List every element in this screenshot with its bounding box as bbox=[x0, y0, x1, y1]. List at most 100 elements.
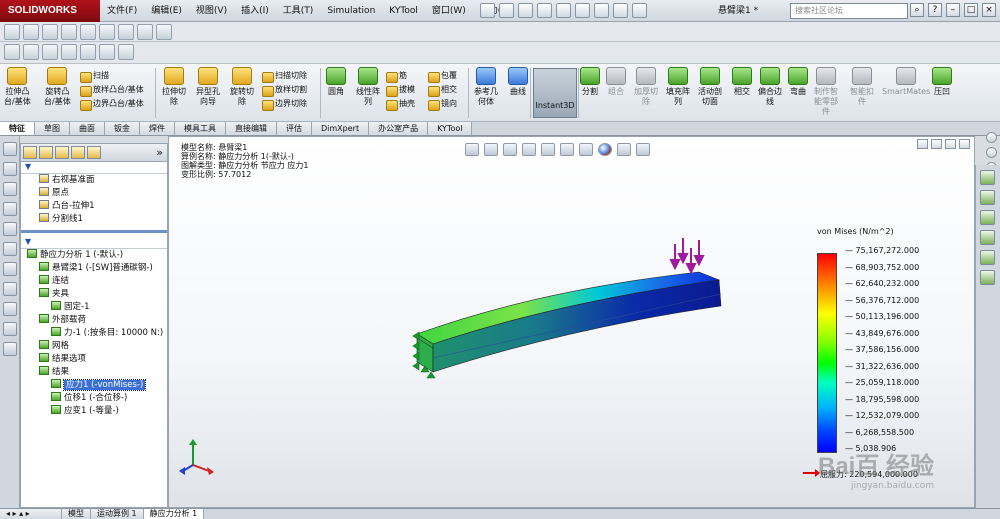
left-strip-tool-icon-4[interactable] bbox=[3, 222, 17, 236]
study-tree-node-6[interactable]: 力-1 (:按条目: 10000 N:) bbox=[21, 327, 167, 340]
open-icon[interactable] bbox=[499, 3, 514, 18]
ribbon-small-button-9[interactable]: 包覆 bbox=[428, 70, 457, 83]
print-icon[interactable] bbox=[537, 3, 552, 18]
simulation-toolbar-button-icon-1[interactable] bbox=[23, 24, 39, 40]
apply-scene-icon[interactable] bbox=[617, 143, 631, 156]
left-strip-tool-icon-7[interactable] bbox=[3, 282, 17, 296]
left-strip-tool-icon-9[interactable] bbox=[3, 322, 17, 336]
graphics-area[interactable]: 模型名称: 悬臂梁1 算例名称: 静应力分析 1(-默认-) 图解类型: 静应力… bbox=[168, 136, 975, 508]
ribbon-small-button-0[interactable]: 扫描 bbox=[80, 70, 109, 83]
secondary-toolbar-button-icon-2[interactable] bbox=[42, 44, 58, 60]
task-pane-icon-0[interactable] bbox=[980, 170, 995, 185]
right-tool-icon-1[interactable] bbox=[986, 147, 997, 158]
simulation-toolbar-button-icon-7[interactable] bbox=[137, 24, 153, 40]
display-style-icon[interactable] bbox=[560, 143, 574, 156]
viewport-close-icon[interactable] bbox=[959, 139, 970, 149]
ribbon-button-15[interactable]: 偏合边 线 bbox=[758, 67, 782, 107]
new-document-icon[interactable] bbox=[480, 3, 495, 18]
search-icon[interactable]: ⌕ bbox=[910, 3, 924, 17]
left-strip-tool-icon-2[interactable] bbox=[3, 182, 17, 196]
search-input[interactable]: 搜索社区论坛 bbox=[790, 3, 908, 19]
right-tool-icon-0[interactable] bbox=[986, 132, 997, 143]
study-tree-filter-icon[interactable]: ▼ bbox=[21, 237, 167, 249]
task-pane-icon-5[interactable] bbox=[980, 270, 995, 285]
tree-divider[interactable] bbox=[21, 230, 167, 233]
menu-item-6[interactable]: KYTool bbox=[382, 0, 425, 22]
menu-item-3[interactable]: 插入(I) bbox=[234, 0, 276, 22]
tab-7[interactable]: 评估 bbox=[277, 122, 312, 135]
simulation-toolbar-button-icon-4[interactable] bbox=[80, 24, 96, 40]
instant3d-button[interactable]: Instant3D bbox=[533, 68, 577, 118]
study-tree-node-0[interactable]: 静应力分析 1 (-默认-) bbox=[21, 249, 167, 262]
tab-1[interactable]: 草图 bbox=[35, 122, 70, 135]
task-pane-icon-1[interactable] bbox=[980, 190, 995, 205]
secondary-toolbar-button-icon-4[interactable] bbox=[80, 44, 96, 60]
tab-10[interactable]: KYTool bbox=[428, 122, 473, 135]
feature-tree-node-0[interactable]: 右视基准面 bbox=[21, 174, 167, 187]
study-tree-node-5[interactable]: 外部载荷 bbox=[21, 314, 167, 327]
cantilever-beam-model[interactable] bbox=[399, 232, 729, 392]
display-manager-tab-icon[interactable] bbox=[87, 146, 101, 159]
left-strip-tool-icon-0[interactable] bbox=[3, 142, 17, 156]
tab-3[interactable]: 钣金 bbox=[105, 122, 140, 135]
menu-item-4[interactable]: 工具(T) bbox=[276, 0, 321, 22]
left-strip-tool-icon-5[interactable] bbox=[3, 242, 17, 256]
study-tree-node-9[interactable]: 结果 bbox=[21, 366, 167, 379]
ribbon-small-button-3[interactable]: 扫描切除 bbox=[262, 70, 307, 83]
feature-tree-tab-icon[interactable] bbox=[23, 146, 37, 159]
simulation-toolbar-button-icon-5[interactable] bbox=[99, 24, 115, 40]
left-strip-tool-icon-1[interactable] bbox=[3, 162, 17, 176]
panel-expand-icon[interactable]: » bbox=[156, 146, 163, 159]
ribbon-button-11[interactable]: 加厚切 除 bbox=[634, 67, 658, 107]
feature-tree-filter-icon[interactable]: ▼ bbox=[21, 162, 167, 174]
ribbon-button-16[interactable]: 弯曲 bbox=[788, 67, 808, 97]
feature-tree-node-2[interactable]: 凸台-拉伸1 bbox=[21, 200, 167, 213]
ribbon-small-button-11[interactable]: 镜向 bbox=[428, 98, 457, 111]
close-icon[interactable]: × bbox=[982, 3, 996, 17]
ribbon-small-button-4[interactable]: 放样切割 bbox=[262, 84, 307, 97]
feature-tree-node-1[interactable]: 原点 bbox=[21, 187, 167, 200]
view-orientation-icon[interactable] bbox=[541, 143, 555, 156]
tab-8[interactable]: DimXpert bbox=[312, 122, 370, 135]
ribbon-button-6[interactable]: 线性阵 列 bbox=[356, 67, 380, 107]
ribbon-button-13[interactable]: 活动剖 切面 bbox=[698, 67, 722, 107]
ribbon-button-9[interactable]: 分割 bbox=[580, 67, 600, 97]
tab-2[interactable]: 曲面 bbox=[70, 122, 105, 135]
ribbon-button-10[interactable]: 组合 bbox=[606, 67, 626, 97]
menu-item-2[interactable]: 视图(V) bbox=[189, 0, 234, 22]
menu-item-7[interactable]: 窗口(W) bbox=[425, 0, 473, 22]
configuration-tab-icon[interactable] bbox=[55, 146, 69, 159]
ribbon-button-17[interactable]: 制作智 能零部 件 bbox=[814, 67, 838, 117]
select-icon[interactable] bbox=[575, 3, 590, 18]
left-strip-tool-icon-10[interactable] bbox=[3, 342, 17, 356]
simulation-toolbar-button-icon-8[interactable] bbox=[156, 24, 172, 40]
options-icon[interactable] bbox=[632, 3, 647, 18]
secondary-toolbar-button-icon-3[interactable] bbox=[61, 44, 77, 60]
bottom-tab-1[interactable]: 运动算例 1 bbox=[91, 509, 144, 519]
study-tree-node-1[interactable]: 悬臂梁1 (-[SW]普通碳钢-) bbox=[21, 262, 167, 275]
ribbon-button-4[interactable]: 旋转切 除 bbox=[230, 67, 254, 107]
help-icon[interactable]: ? bbox=[928, 3, 942, 17]
task-pane-icon-3[interactable] bbox=[980, 230, 995, 245]
minimize-icon[interactable]: – bbox=[946, 3, 960, 17]
ribbon-small-button-2[interactable]: 边界凸台/基体 bbox=[80, 98, 144, 111]
restore-icon[interactable]: □ bbox=[964, 3, 978, 17]
ribbon-button-20[interactable]: 压凹 bbox=[932, 67, 952, 97]
secondary-toolbar-button-icon-0[interactable] bbox=[4, 44, 20, 60]
previous-view-icon[interactable] bbox=[503, 143, 517, 156]
simulation-toolbar-button-icon-6[interactable] bbox=[118, 24, 134, 40]
task-pane-icon-2[interactable] bbox=[980, 210, 995, 225]
study-tree-node-10[interactable]: 应力1 (-vonMises-) bbox=[21, 379, 167, 392]
file-properties-icon[interactable] bbox=[613, 3, 628, 18]
study-tree-node-8[interactable]: 结果选项 bbox=[21, 353, 167, 366]
left-strip-tool-icon-8[interactable] bbox=[3, 302, 17, 316]
study-tree-node-12[interactable]: 应变1 (-等量-) bbox=[21, 405, 167, 418]
menu-item-0[interactable]: 文件(F) bbox=[100, 0, 144, 22]
ribbon-button-7[interactable]: 参考几 何体 bbox=[474, 67, 498, 107]
hide-show-items-icon[interactable] bbox=[579, 143, 593, 156]
tab-4[interactable]: 焊件 bbox=[140, 122, 175, 135]
ribbon-button-0[interactable]: 拉伸凸 台/基体 bbox=[4, 67, 31, 107]
ribbon-small-button-8[interactable]: 抽壳 bbox=[386, 98, 415, 111]
zoom-to-area-icon[interactable] bbox=[484, 143, 498, 156]
ribbon-small-button-1[interactable]: 放样凸台/基体 bbox=[80, 84, 144, 97]
